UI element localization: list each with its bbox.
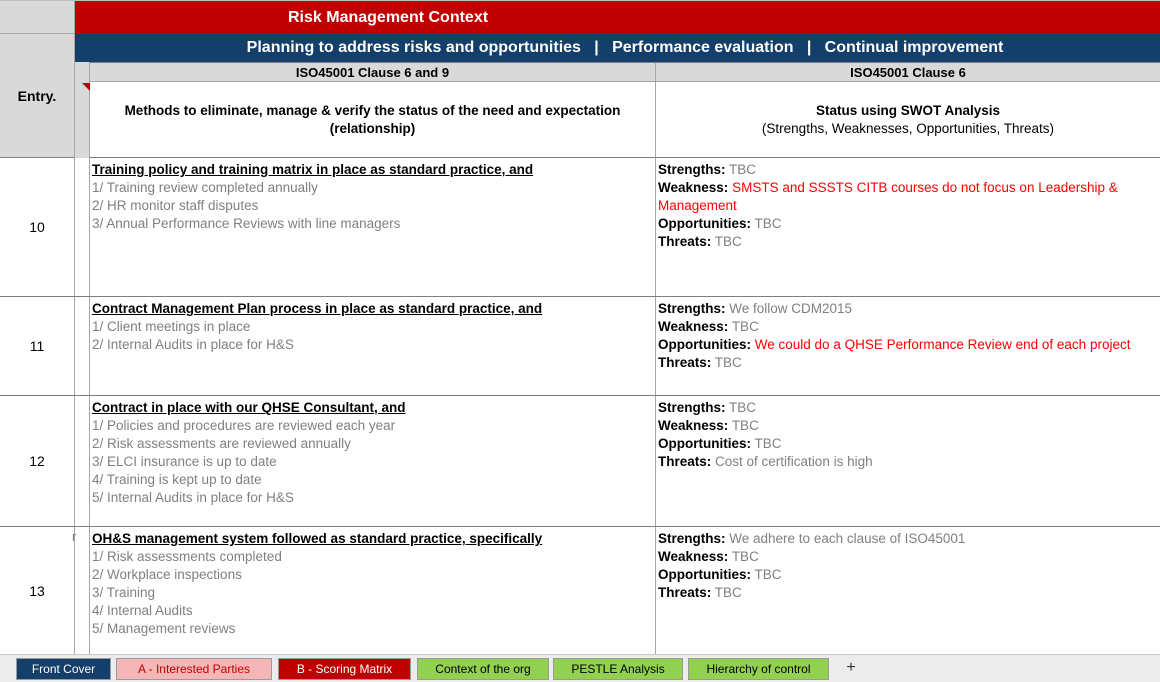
- spacer-cell[interactable]: [75, 158, 90, 296]
- tab-front-cover[interactable]: Front Cover: [16, 658, 111, 680]
- weakness-label: Weakness:: [658, 418, 729, 433]
- threats-value: TBC: [714, 585, 742, 600]
- add-sheet-icon[interactable]: +: [838, 658, 864, 680]
- opportunities-value: TBC: [754, 436, 782, 451]
- entry-cell[interactable]: 12: [0, 396, 75, 526]
- weakness-value: TBC: [731, 549, 759, 564]
- entry-column-header[interactable]: Entry.: [0, 34, 75, 158]
- list-item: 3/ ELCI insurance is up to date: [92, 454, 277, 469]
- list-item: 2/ HR monitor staff disputes: [92, 198, 259, 213]
- tab-scoring-matrix[interactable]: B - Scoring Matrix: [278, 658, 411, 680]
- list-item: 1/ Policies and procedures are reviewed …: [92, 418, 396, 433]
- list-item: 5/ Internal Audits in place for H&S: [92, 490, 294, 505]
- opportunities-value: We could do a QHSE Performance Review en…: [754, 337, 1131, 352]
- corner-cell[interactable]: [0, 1, 75, 34]
- methods-heading: Contract Management Plan process in plac…: [92, 301, 543, 316]
- opportunities-label: Opportunities:: [658, 567, 751, 582]
- tab-interested-parties[interactable]: A - Interested Parties: [116, 658, 272, 680]
- strengths-label: Strengths:: [658, 162, 726, 177]
- strengths-value: TBC: [729, 162, 757, 177]
- methods-cell[interactable]: OH&S management system followed as stand…: [90, 527, 656, 654]
- strengths-label: Strengths:: [658, 531, 726, 546]
- spacer-column-header[interactable]: [75, 34, 90, 158]
- methods-heading: OH&S management system followed as stand…: [92, 531, 543, 546]
- swot-column-header[interactable]: Status using SWOT Analysis (Strengths, W…: [656, 82, 1160, 158]
- threats-label: Threats:: [658, 585, 712, 600]
- weakness-label: Weakness:: [658, 319, 729, 334]
- section-banner[interactable]: Planning to address risks and opportunit…: [90, 34, 1160, 62]
- list-item: 2/ Internal Audits in place for H&S: [92, 337, 294, 352]
- tab-pestle-analysis[interactable]: PESTLE Analysis: [553, 658, 683, 680]
- weakness-label: Weakness:: [658, 549, 729, 564]
- sheet-title[interactable]: Risk Management Context: [75, 1, 1160, 34]
- clause-left-header[interactable]: ISO45001 Clause 6 and 9: [90, 62, 656, 82]
- spacer-cell[interactable]: [75, 396, 90, 526]
- weakness-value: TBC: [731, 418, 759, 433]
- threats-value: Cost of certification is high: [715, 454, 873, 469]
- list-item: 4/ Training is kept up to date: [92, 472, 262, 487]
- threats-label: Threats:: [658, 234, 712, 249]
- clause-right-header[interactable]: ISO45001 Clause 6: [656, 62, 1160, 82]
- overflow-text-stub: r: [72, 529, 77, 544]
- opportunities-value: TBC: [754, 567, 782, 582]
- threats-label: Threats:: [658, 454, 712, 469]
- methods-cell[interactable]: Training policy and training matrix in p…: [90, 158, 656, 296]
- opportunities-label: Opportunities:: [658, 337, 751, 352]
- list-item: 5/ Management reviews: [92, 621, 236, 636]
- swot-cell[interactable]: Strengths: TBC Weakness: TBC Opportuniti…: [656, 396, 1160, 526]
- spreadsheet-grid: Risk Management Context Entry. Planning …: [0, 0, 1160, 654]
- list-item: 4/ Internal Audits: [92, 603, 193, 618]
- list-item: 2/ Workplace inspections: [92, 567, 242, 582]
- tab-hierarchy-of-control[interactable]: Hierarchy of control: [688, 658, 829, 680]
- opportunities-label: Opportunities:: [658, 436, 751, 451]
- methods-header-text: Methods to eliminate, manage & verify th…: [124, 102, 621, 136]
- opportunities-value: TBC: [754, 216, 782, 231]
- strengths-value: TBC: [729, 400, 757, 415]
- table-row: 10 Training policy and training matrix i…: [0, 158, 1160, 297]
- table-row: 12 Contract in place with our QHSE Consu…: [0, 396, 1160, 527]
- swot-cell[interactable]: Strengths: We adhere to each clause of I…: [656, 527, 1160, 654]
- table-row: 11 Contract Management Plan process in p…: [0, 297, 1160, 396]
- comment-indicator-icon: [82, 83, 90, 91]
- spacer-cell[interactable]: [75, 297, 90, 395]
- strengths-label: Strengths:: [658, 301, 726, 316]
- swot-header-title: Status using SWOT Analysis: [815, 102, 1001, 118]
- navy-band: [75, 34, 90, 62]
- entry-cell[interactable]: 13: [0, 527, 75, 654]
- table-row: 13 r OH&S management system followed as …: [0, 527, 1160, 654]
- list-item: 1/ Client meetings in place: [92, 319, 251, 334]
- sheet-tab-bar: Front Cover A - Interested Parties B - S…: [0, 654, 1160, 682]
- threats-value: TBC: [714, 234, 742, 249]
- methods-cell[interactable]: Contract in place with our QHSE Consulta…: [90, 396, 656, 526]
- strengths-value: We follow CDM2015: [729, 301, 853, 316]
- weakness-label: Weakness:: [658, 180, 729, 195]
- entry-cell[interactable]: 10: [0, 158, 75, 296]
- methods-column-header[interactable]: Methods to eliminate, manage & verify th…: [90, 82, 656, 158]
- swot-header-subtitle: (Strengths, Weaknesses, Opportunities, T…: [761, 120, 1055, 136]
- list-item: 3/ Annual Performance Reviews with line …: [92, 216, 401, 231]
- weakness-value: TBC: [731, 319, 759, 334]
- tab-context-of-the-org[interactable]: Context of the org: [417, 658, 549, 680]
- methods-heading: Training policy and training matrix in p…: [92, 162, 534, 177]
- methods-cell[interactable]: Contract Management Plan process in plac…: [90, 297, 656, 395]
- spacer-cell[interactable]: r: [72, 527, 90, 654]
- methods-heading: Contract in place with our QHSE Consulta…: [92, 400, 406, 415]
- threats-value: TBC: [714, 355, 742, 370]
- strengths-value: We adhere to each clause of ISO45001: [729, 531, 966, 546]
- strengths-label: Strengths:: [658, 400, 726, 415]
- swot-cell[interactable]: Strengths: We follow CDM2015 Weakness: T…: [656, 297, 1160, 395]
- list-item: 1/ Training review completed annually: [92, 180, 318, 195]
- threats-label: Threats:: [658, 355, 712, 370]
- swot-cell[interactable]: Strengths: TBC Weakness: SMSTS and SSSTS…: [656, 158, 1160, 296]
- list-item: 3/ Training: [92, 585, 156, 600]
- opportunities-label: Opportunities:: [658, 216, 751, 231]
- list-item: 2/ Risk assessments are reviewed annuall…: [92, 436, 351, 451]
- entry-cell[interactable]: 11: [0, 297, 75, 395]
- list-item: 1/ Risk assessments completed: [92, 549, 282, 564]
